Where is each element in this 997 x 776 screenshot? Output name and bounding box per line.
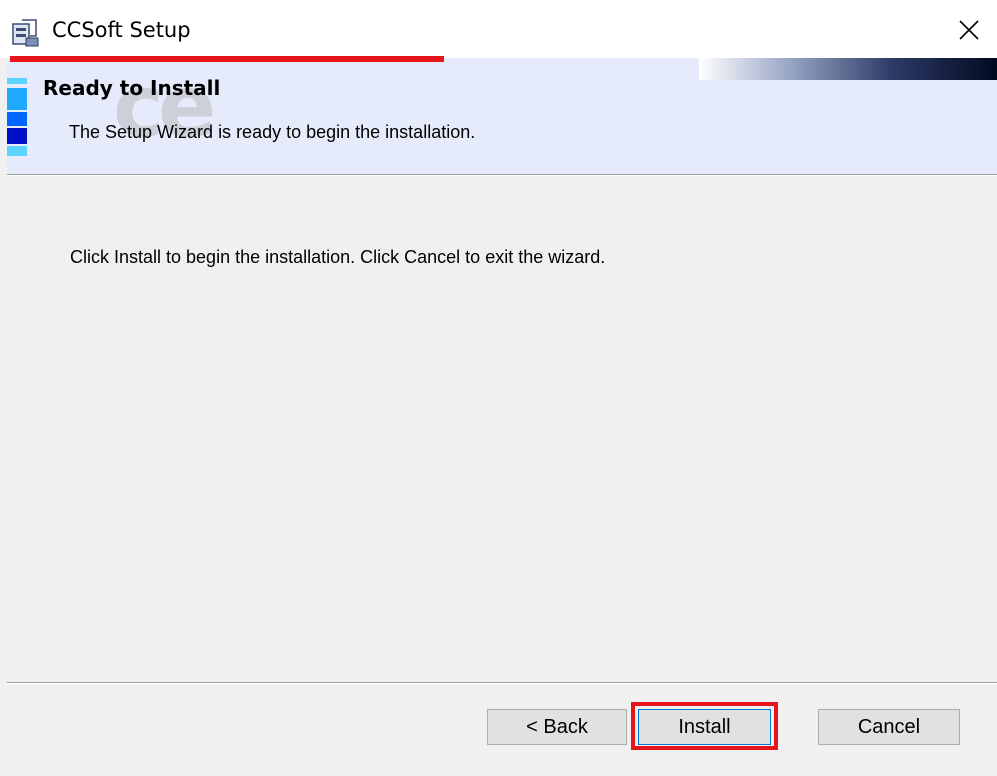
red-annotation-underline — [10, 56, 444, 62]
header-banner: ce Ready to Install The Setup Wizard is … — [7, 58, 997, 174]
banner-gradient — [699, 58, 997, 80]
title-bar: CCSoft Setup — [0, 0, 997, 58]
installer-package-icon — [12, 19, 39, 47]
close-button[interactable] — [941, 6, 997, 54]
window-title: CCSoft Setup — [52, 18, 191, 42]
install-button[interactable]: Install — [638, 709, 771, 745]
close-icon — [959, 20, 979, 40]
setup-dialog: CCSoft Setup ce Ready to Install The Set… — [0, 0, 997, 776]
page-title: Ready to Install — [43, 76, 221, 100]
instruction-text: Click Install to begin the installation.… — [70, 247, 606, 267]
banner-stripes — [7, 78, 29, 162]
page-subtitle: The Setup Wizard is ready to begin the i… — [69, 122, 476, 142]
cancel-button[interactable]: Cancel — [818, 709, 960, 745]
back-button[interactable]: < Back — [487, 709, 627, 745]
